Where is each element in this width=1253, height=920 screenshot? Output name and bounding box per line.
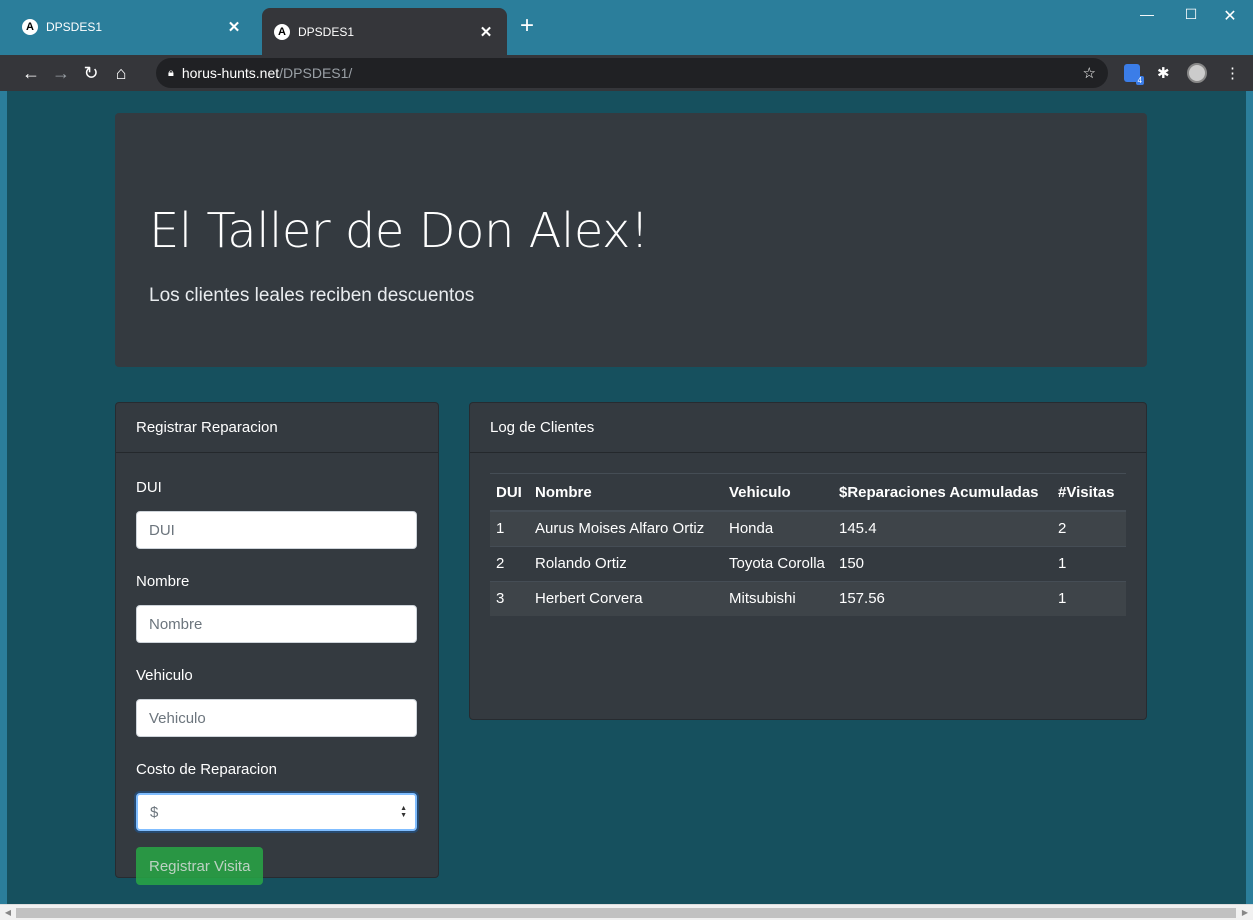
cell-dui: 2 (490, 546, 529, 582)
cell-nombre: Rolando Ortiz (529, 546, 723, 582)
column-header-visitas: #Visitas (1052, 473, 1126, 512)
lock-icon: 🔒︎ (168, 66, 174, 79)
vehiculo-input[interactable]: Vehiculo (136, 699, 417, 737)
nombre-input[interactable]: Nombre (136, 605, 417, 643)
cell-nombre: Aurus Moises Alfaro Ortiz (529, 510, 723, 547)
new-tab-icon[interactable]: + (520, 14, 534, 38)
scrollbar-thumb[interactable] (16, 908, 1236, 918)
jumbotron: El Taller de Don Alex! Los clientes leal… (115, 113, 1147, 367)
close-icon[interactable]: ✕ (225, 18, 243, 36)
cell-vehiculo: Mitsubishi (723, 581, 833, 616)
angular-favicon-icon: A (274, 23, 290, 40)
back-arrow-icon[interactable]: ← (16, 63, 46, 84)
browser-toolbar: ← → ↻ ⌂ 🔒︎ horus-hunts.net /DPSDES1/ ☆ 4… (0, 55, 1253, 91)
cell-visitas: 1 (1052, 546, 1126, 582)
table-row: 2 Rolando Ortiz Toyota Corolla 150 1 (490, 546, 1126, 582)
dui-input[interactable]: DUI (136, 511, 417, 549)
tab-title: DPSDES1 (46, 20, 103, 34)
cell-visitas: 2 (1052, 510, 1126, 547)
nombre-placeholder: Nombre (149, 615, 203, 633)
forward-arrow-icon[interactable]: → (46, 63, 76, 84)
cell-reparaciones: 150 (833, 546, 1052, 582)
vehiculo-placeholder: Vehiculo (149, 709, 206, 727)
browser-titlebar: A DPSDES1 ✕ A DPSDES1 ✕ + — ☐ ✕ (0, 0, 1253, 55)
home-icon[interactable]: ⌂ (106, 63, 136, 84)
costo-label: Costo de Reparacion (136, 761, 277, 778)
scroll-right-icon[interactable]: ▶ (1237, 905, 1253, 920)
page-viewport: El Taller de Don Alex! Los clientes leal… (7, 91, 1246, 904)
dui-placeholder: DUI (149, 521, 175, 539)
table-row: 1 Aurus Moises Alfaro Ortiz Honda 145.4 … (490, 510, 1126, 547)
extension-badge: 4 (1135, 76, 1144, 85)
log-card-header: Log de Clientes (470, 403, 1146, 453)
close-icon[interactable]: ✕ (477, 23, 495, 41)
cell-dui: 1 (490, 510, 529, 547)
window-close-icon[interactable]: ✕ (1215, 6, 1245, 26)
bookmark-star-icon[interactable]: ☆ (1083, 64, 1096, 82)
browser-tab-1[interactable]: A DPSDES1 ✕ (10, 8, 255, 46)
cell-nombre: Herbert Corvera (529, 581, 723, 616)
client-log-card: Log de Clientes DUI Nombre Vehiculo $Rep… (469, 402, 1147, 720)
profile-avatar[interactable] (1187, 55, 1207, 91)
vehiculo-label: Vehiculo (136, 667, 193, 684)
column-header-nombre: Nombre (529, 473, 723, 512)
browser-tab-2[interactable]: A DPSDES1 ✕ (262, 8, 507, 55)
page-title: El Taller de Don Alex! (149, 203, 649, 259)
scroll-left-icon[interactable]: ◀ (0, 905, 16, 920)
cell-reparaciones: 145.4 (833, 510, 1052, 547)
cell-dui: 3 (490, 581, 529, 616)
address-bar[interactable]: 🔒︎ horus-hunts.net /DPSDES1/ ☆ (156, 58, 1108, 88)
cell-visitas: 1 (1052, 581, 1126, 616)
number-spinner-icon[interactable]: ▲ ▼ (400, 805, 407, 819)
tab-title: DPSDES1 (298, 24, 355, 39)
costo-input[interactable]: $ ▲ ▼ (136, 793, 417, 831)
form-card-header: Registrar Reparacion (116, 403, 438, 453)
cell-reparaciones: 157.56 (833, 581, 1052, 616)
extension-icon[interactable]: 4 (1124, 55, 1144, 91)
cell-vehiculo: Toyota Corolla (723, 546, 833, 582)
registrar-visita-button[interactable]: Registrar Visita (136, 847, 264, 885)
page-subtitle: Los clientes leales reciben descuentos (149, 285, 475, 306)
puzzle-extensions-icon[interactable]: ✱ (1157, 55, 1170, 91)
table-row: 3 Herbert Corvera Mitsubishi 157.56 1 (490, 581, 1126, 616)
url-path: /DPSDES1/ (279, 65, 353, 81)
client-log-table: DUI Nombre Vehiculo $Reparaciones Acumul… (490, 473, 1126, 616)
nombre-label: Nombre (136, 573, 190, 590)
dui-label: DUI (136, 479, 162, 496)
reload-icon[interactable]: ↻ (76, 63, 106, 84)
cell-vehiculo: Honda (723, 510, 833, 547)
column-header-vehiculo: Vehiculo (723, 473, 833, 512)
costo-placeholder: $ (150, 803, 159, 821)
repair-form-card: Registrar Reparacion DUI DUI Nombre Nomb… (115, 402, 439, 885)
column-header-dui: DUI (490, 473, 529, 512)
url-host: horus-hunts.net (181, 65, 280, 81)
minimize-icon[interactable]: — (1132, 6, 1162, 22)
column-header-reparaciones: $Reparaciones Acumuladas (833, 473, 1052, 512)
angular-favicon-icon: A (22, 19, 38, 35)
menu-dots-icon[interactable]: ⋮ (1225, 55, 1240, 91)
horizontal-scrollbar[interactable]: ◀ ▶ (0, 904, 1253, 920)
maximize-icon[interactable]: ☐ (1176, 6, 1206, 23)
